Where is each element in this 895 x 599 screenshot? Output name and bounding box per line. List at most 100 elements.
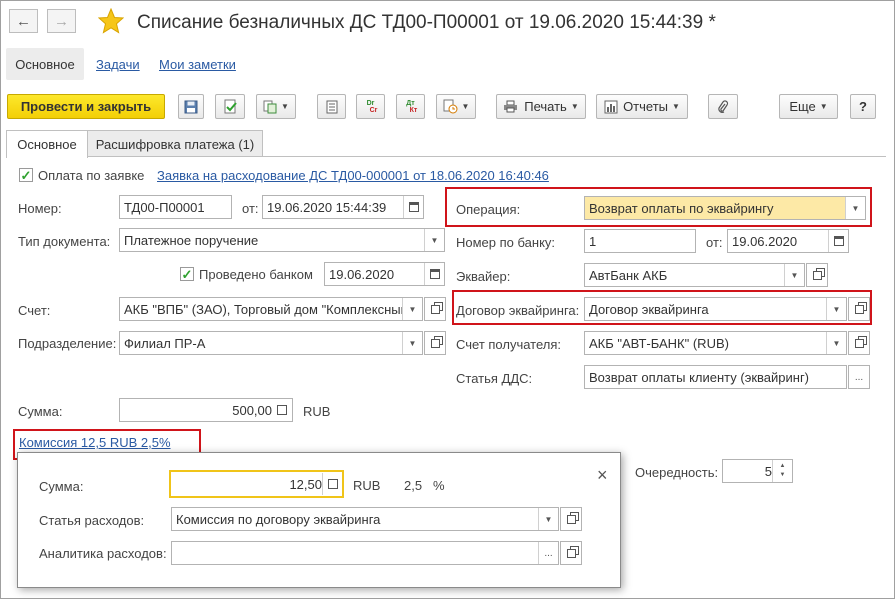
print-label: Печать (524, 99, 567, 114)
number-label: Номер: (18, 201, 62, 216)
bank-number-field[interactable]: 1 (584, 229, 696, 253)
list-icon (326, 100, 337, 113)
popup-analytics-field[interactable]: ... (171, 541, 559, 565)
chevron-down-icon[interactable]: ▼ (538, 508, 558, 530)
dds-label: Статья ДДС: (456, 371, 533, 386)
bank-number-value: 1 (589, 233, 597, 249)
request-link[interactable]: Заявка на расходование ДС ТД00-000001 от… (157, 168, 549, 183)
post-button[interactable] (215, 94, 245, 119)
chevron-down-icon: ▼ (461, 102, 470, 111)
chevron-down-icon: ▼ (281, 102, 289, 111)
open-icon (430, 304, 440, 314)
star-icon[interactable] (97, 7, 125, 34)
doc-type-label: Тип документа: (18, 234, 111, 249)
document-clock-icon (443, 99, 458, 114)
forward-button[interactable]: → (47, 9, 76, 33)
sum-value: 500,00 (232, 402, 272, 418)
calendar-icon[interactable] (403, 196, 423, 218)
priority-label: Очередность: (635, 465, 719, 480)
cr-icon-part: Cr (369, 106, 378, 114)
back-button[interactable]: ← (9, 9, 38, 33)
popup-expense-open-button[interactable] (560, 507, 582, 531)
pay-by-request-label: Оплата по заявке (38, 168, 145, 183)
document-list-button[interactable] (317, 94, 346, 119)
tab-main-top[interactable]: Основное (6, 48, 84, 80)
form-tab-decode[interactable]: Расшифровка платежа (1) (87, 130, 263, 157)
tab-notes[interactable]: Мои заметки (159, 57, 236, 72)
reports-button[interactable]: Отчеты ▼ (596, 94, 688, 119)
acquirer-select[interactable]: АвтБанк АКБ ▼ (584, 263, 805, 287)
division-select[interactable]: Филиал ПР-А ▼ (119, 331, 423, 355)
post-and-close-button[interactable]: Провести и закрыть (7, 94, 165, 119)
print-button[interactable]: Печать ▼ (496, 94, 586, 119)
recipient-account-select[interactable]: АКБ "АВТ-БАНК" (RUB) ▼ (584, 331, 847, 355)
popup-close-icon[interactable]: × (597, 465, 608, 486)
dr-cr-icon: Dr (366, 99, 375, 107)
from-label: от: (242, 201, 259, 216)
chevron-down-icon[interactable]: ▼ (826, 332, 846, 354)
bank-number-date-field[interactable]: 19.06.2020 (727, 229, 849, 253)
dds-select[interactable]: Возврат оплаты клиенту (эквайринг) (584, 365, 847, 389)
kt-icon-part: Кт (409, 106, 418, 114)
dds-choose-button[interactable]: ... (848, 365, 870, 389)
bank-processed-label: Проведено банком (199, 267, 313, 282)
calculator-icon[interactable] (322, 473, 342, 495)
calculator-icon[interactable] (272, 399, 292, 421)
help-button[interactable]: ? (850, 94, 876, 119)
sum-field[interactable]: 500,00 (119, 398, 293, 422)
bank-processed-checkbox[interactable]: ✓ (180, 267, 194, 281)
popup-expense-select[interactable]: Комиссия по договору эквайринга ▼ (171, 507, 559, 531)
chevron-down-icon[interactable]: ▼ (424, 229, 444, 251)
calendar-icon[interactable] (828, 230, 848, 252)
open-icon (566, 514, 576, 524)
sum-currency: RUB (303, 404, 331, 419)
contract-highlight (452, 290, 872, 325)
recipient-account-open-button[interactable] (848, 331, 870, 355)
reports-label: Отчеты (623, 99, 668, 114)
commission-popup: Сумма: 12,50 RUB 2,5 % × Статья расходов… (17, 452, 621, 588)
priority-stepper[interactable]: 5 ▲ ▼ (722, 459, 793, 483)
acquirer-open-button[interactable] (806, 263, 828, 287)
division-open-button[interactable] (424, 331, 446, 355)
bank-number-label: Номер по банку: (456, 235, 556, 250)
number-field[interactable]: ТД00-П00001 (119, 195, 232, 219)
popup-expense-value: Комиссия по договору эквайринга (176, 511, 381, 527)
popup-sum-field[interactable]: 12,50 (169, 470, 344, 498)
bank-date-field[interactable]: 19.06.2020 (324, 262, 445, 286)
doc-type-value: Платежное поручение (124, 232, 259, 248)
chevron-down-icon: ▼ (672, 102, 680, 111)
chevron-down-icon[interactable]: ▼ (784, 264, 804, 286)
date-value: 19.06.2020 15:44:39 (267, 199, 387, 215)
arrow-right-icon: → (54, 12, 69, 30)
dt-kt-button[interactable]: Дт Кт (396, 94, 425, 119)
doc-type-select[interactable]: Платежное поручение ▼ (119, 228, 445, 252)
form-tab-main[interactable]: Основное (6, 130, 88, 158)
priority-value: 5 (764, 463, 772, 479)
popup-percent-sign: % (433, 478, 445, 493)
popup-analytics-open-button[interactable] (560, 541, 582, 565)
account-select[interactable]: АКБ "ВПБ" (ЗАО), Торговый дом "Комплексн… (119, 297, 423, 321)
calendar-icon[interactable] (424, 263, 444, 285)
dr-cr-button[interactable]: Dr Cr (356, 94, 385, 119)
create-based-on-icon (263, 100, 277, 113)
sum-label: Сумма: (18, 404, 63, 419)
save-button[interactable] (178, 94, 204, 119)
arrow-left-icon: ← (16, 12, 31, 30)
tab-tasks[interactable]: Задачи (96, 57, 140, 72)
check-icon: ✓ (20, 167, 32, 183)
structure-button[interactable]: ▼ (436, 94, 476, 119)
open-icon (854, 338, 864, 348)
chevron-down-icon[interactable]: ▼ (402, 332, 422, 354)
pay-by-request-checkbox[interactable]: ✓ (19, 168, 33, 182)
more-button[interactable]: Еще ▼ (779, 94, 838, 119)
stepper-arrows-icon[interactable]: ▲ ▼ (772, 460, 792, 482)
attach-button[interactable] (708, 94, 738, 119)
number-value: ТД00-П00001 (124, 199, 205, 215)
popup-sum-label: Сумма: (39, 479, 84, 494)
date-field[interactable]: 19.06.2020 15:44:39 (262, 195, 424, 219)
create-based-on-button[interactable]: ▼ (256, 94, 296, 119)
window-title: Списание безналичных ДС ТД00-П00001 от 1… (137, 12, 716, 33)
chevron-down-icon[interactable]: ▼ (402, 298, 422, 320)
account-open-button[interactable] (424, 297, 446, 321)
ellipsis-icon[interactable]: ... (538, 542, 558, 564)
